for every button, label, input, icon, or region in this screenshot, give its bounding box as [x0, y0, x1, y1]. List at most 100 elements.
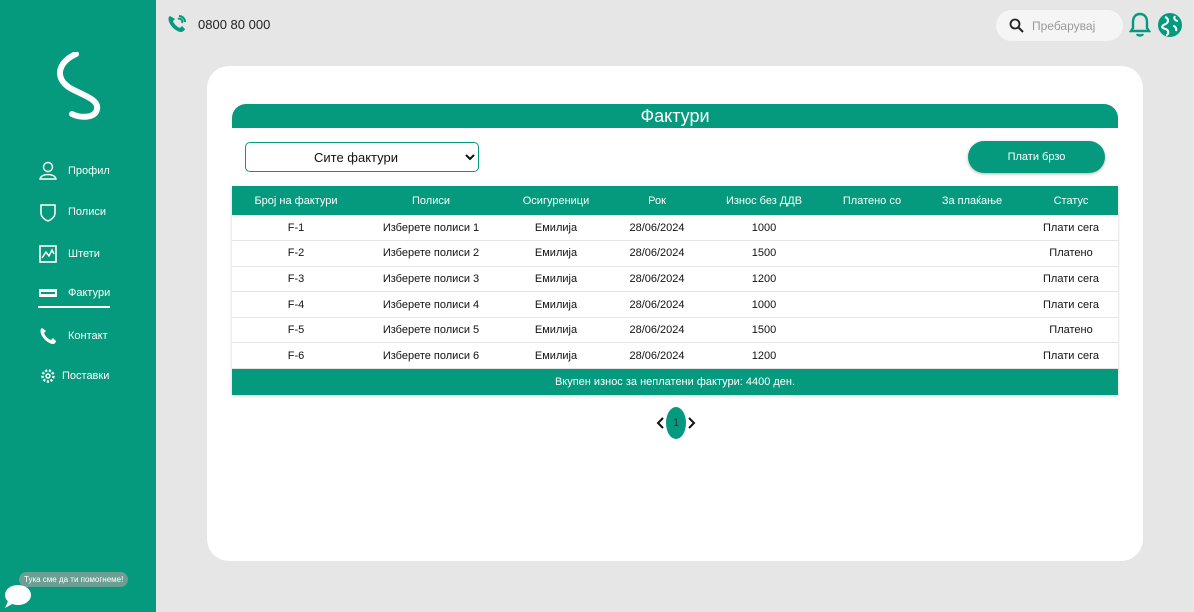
help-bubble[interactable]: Тука сме да ти помогнеме! [19, 572, 129, 587]
policy-link-cell[interactable]: Изберете полиси 1 [360, 215, 502, 241]
column-header: Полиси [412, 194, 450, 207]
status-cell[interactable]: Плати сега [1024, 266, 1118, 292]
globe-icon[interactable] [1157, 12, 1183, 38]
due-date-cell: 28/06/2024 [629, 349, 685, 362]
table-row: F-6 Изберете полиси 6 Емилија 28/06/2024 120… [232, 343, 1118, 369]
to-pay-cell [920, 343, 1024, 369]
paid-with-cell [824, 343, 920, 369]
sidebar-item-label: Фактури [68, 287, 111, 299]
invoice-filter-select[interactable]: Сите фактури [245, 142, 479, 172]
insured-name-cell: Емилија [534, 324, 578, 337]
search-input[interactable] [1032, 18, 1112, 33]
invoice-icon [39, 289, 57, 297]
insured-name-cell: Емилија [534, 349, 578, 362]
column-header: Број на фактури [254, 194, 338, 207]
sidebar-item-policies[interactable]: Полиси [38, 199, 106, 225]
paid-with-cell [824, 317, 920, 343]
search-box[interactable] [996, 10, 1123, 41]
chevron-left-icon[interactable] [655, 416, 665, 430]
sidebar-item-label: Полиси [68, 206, 106, 218]
status-cell[interactable]: Плати сега [1024, 343, 1118, 369]
invoice-number-cell: F-5 [287, 324, 305, 337]
to-pay-cell [920, 241, 1024, 267]
amount-cell: 1000 [751, 298, 777, 311]
due-date-cell: 28/06/2024 [629, 298, 685, 311]
column-header: Платено со [842, 194, 902, 207]
policy-link-cell[interactable]: Изберете полиси 2 [360, 241, 502, 267]
table-footer-row: Вкупен износ за неплатени фактури: 4400 … [232, 368, 1118, 395]
insured-name-cell: Емилија [534, 247, 578, 260]
sidebar-item-label: Профил [68, 165, 110, 177]
sidebar-item-contact[interactable]: Контакт [38, 323, 108, 349]
policy-link-cell[interactable]: Изберете полиси 4 [360, 292, 502, 318]
policy-link-cell[interactable]: Изберете полиси 6 [360, 343, 502, 369]
sidebar-item-label: Штети [68, 248, 100, 260]
due-date-cell: 28/06/2024 [629, 272, 685, 285]
invoice-number-cell: F-4 [287, 298, 305, 311]
sidebar-item-invoices[interactable]: Фактури [38, 282, 111, 308]
sidebar-item-profile[interactable]: Профил [38, 158, 110, 184]
paid-with-cell [824, 241, 920, 267]
status-cell[interactable]: Плати сега [1024, 292, 1118, 318]
table-row: F-4 Изберете полиси 4 Емилија 28/06/2024 100… [232, 292, 1118, 318]
table-row: F-2 Изберете полиси 2 Емилија 28/06/2024 150… [232, 241, 1118, 267]
sidebar-item-label: Контакт [68, 330, 108, 342]
amount-cell: 1500 [751, 324, 777, 337]
amount-cell: 1500 [751, 247, 777, 260]
insured-name-cell: Емилија [534, 298, 578, 311]
insured-name-cell: Емилија [534, 272, 578, 285]
due-date-cell: 28/06/2024 [629, 247, 685, 260]
invoice-number-cell: F-2 [287, 247, 305, 260]
amount-cell: 1000 [751, 221, 777, 234]
insured-name-cell: Емилија [534, 221, 578, 234]
table-row: F-5 Изберете полиси 5 Емилија 28/06/2024 150… [232, 317, 1118, 343]
phone-ringing-icon [168, 15, 186, 32]
unpaid-total: Вкупен износ за неплатени фактури: 4400 … [554, 375, 796, 388]
table-row: F-1 Изберете полиси 1 Емилија 28/06/2024 100… [232, 215, 1118, 241]
pay-fast-button[interactable]: Плати брзо [968, 141, 1105, 173]
gear-icon [41, 369, 55, 383]
invoice-number-cell: F-6 [287, 349, 305, 362]
invoices-table: Број на фактури Полиси Осигуреници Рок И… [232, 186, 1118, 395]
paid-with-cell [824, 215, 920, 241]
bell-icon[interactable] [1129, 12, 1151, 38]
sidebar: Профил Полиси Штети Фактури Контакт Пост… [0, 0, 156, 612]
phone-number: 0800 80 000 [198, 16, 271, 32]
column-header: Осигуреници [522, 194, 590, 207]
due-date-cell: 28/06/2024 [629, 324, 685, 337]
to-pay-cell [920, 317, 1024, 343]
amount-cell: 1200 [751, 272, 777, 285]
to-pay-cell [920, 266, 1024, 292]
amount-cell: 1200 [751, 349, 777, 362]
invoice-number-cell: F-3 [287, 272, 305, 285]
status-cell: Платено [1049, 324, 1093, 337]
policy-link-cell[interactable]: Изберете полиси 3 [360, 266, 502, 292]
pagination: 1 [655, 407, 697, 439]
sidebar-item-settings[interactable]: Поставки [40, 363, 109, 389]
column-header: За плаќање [941, 194, 1003, 207]
search-icon [1009, 18, 1024, 33]
phone-icon [40, 328, 56, 344]
table-header-row: Број на фактури Полиси Осигуреници Рок И… [232, 186, 1118, 215]
page-title: Фактури [232, 104, 1118, 128]
chart-icon [39, 245, 57, 263]
chat-icon[interactable] [3, 583, 33, 609]
invoices-card: Фактури Сите фактури Плати брзо Број на … [207, 66, 1143, 561]
to-pay-cell [920, 292, 1024, 318]
column-header: Статус [1053, 194, 1089, 207]
to-pay-cell [920, 215, 1024, 241]
column-header: Рок [648, 194, 666, 207]
sidebar-item-label: Поставки [62, 370, 110, 382]
user-icon [39, 161, 57, 180]
page-number-button[interactable]: 1 [666, 407, 686, 439]
sidebar-item-claims[interactable]: Штети [38, 241, 100, 267]
column-header: Износ без ДДВ [725, 194, 803, 207]
phone-contact[interactable]: 0800 80 000 [166, 13, 270, 35]
status-cell[interactable]: Плати сега [1024, 215, 1118, 241]
policy-link-cell[interactable]: Изберете полиси 5 [360, 317, 502, 343]
invoice-number-cell: F-1 [287, 221, 305, 234]
paid-with-cell [824, 266, 920, 292]
due-date-cell: 28/06/2024 [629, 221, 685, 234]
chevron-right-icon[interactable] [687, 416, 697, 430]
logo [57, 52, 101, 120]
